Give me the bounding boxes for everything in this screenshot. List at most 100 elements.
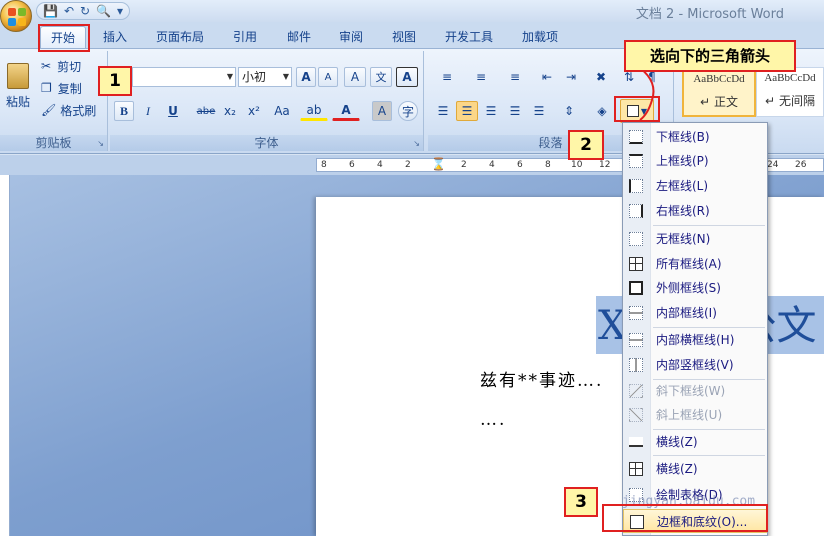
indent-marker-icon[interactable]: ⌛ [431, 157, 446, 171]
ruler-tick: 4 [377, 160, 383, 170]
bold-button[interactable]: B [114, 101, 134, 121]
office-logo-icon [8, 8, 26, 26]
clear-format-button[interactable]: A [344, 67, 366, 87]
numbered-list-icon: ≡ [475, 70, 487, 84]
italic-button[interactable]: I [138, 101, 158, 121]
diagonal-down-border-icon [629, 384, 643, 398]
increase-indent-button[interactable]: ⇥ [560, 67, 582, 87]
top-border-icon [629, 154, 643, 168]
inside-horizontal-border-icon [629, 333, 643, 347]
vertical-ruler[interactable] [0, 175, 10, 536]
menu-item-inside-vertical[interactable]: 内部竖框线(V) [623, 353, 767, 377]
pinyin-guide-button[interactable]: 文 [370, 67, 392, 87]
pilcrow-icon: ↵ [765, 94, 776, 108]
menu-item-inside-horizontal[interactable]: 内部横框线(H) [623, 328, 767, 352]
title-bar: 💾 ↶ ↻ 🔍 ▾ 文档 2 - Microsoft Word [0, 0, 824, 22]
print-preview-icon[interactable]: 🔍 [96, 4, 111, 18]
change-case-button[interactable]: Aa [268, 101, 296, 121]
paste-button[interactable]: 粘贴 [2, 57, 34, 115]
tab-page-layout[interactable]: 页面布局 [148, 26, 212, 48]
dialog-launcher-icon[interactable]: ↘ [413, 139, 420, 148]
underline-button[interactable]: U [162, 101, 184, 121]
style-normal-label: ↵ 正文 [684, 93, 754, 110]
copy-button[interactable]: ❐ 复制 [40, 79, 83, 97]
tab-developer[interactable]: 开发工具 [438, 26, 500, 48]
superscript-button[interactable]: x² [244, 101, 264, 121]
align-right-icon: ☰ [485, 104, 497, 118]
window-title: 文档 2 - Microsoft Word [635, 7, 784, 22]
menu-item-no-border[interactable]: 无框线(N) [623, 227, 767, 251]
menu-item-top-border[interactable]: 上框线(P) [623, 149, 767, 173]
strikethrough-button[interactable]: abe [194, 101, 218, 121]
shading-button[interactable]: ◈ [588, 101, 616, 121]
highlight-button[interactable]: ab [300, 101, 328, 121]
document-line-2[interactable]: …. [480, 410, 506, 430]
redo-icon[interactable]: ↻ [80, 4, 90, 18]
style-no-spacing-sample: AaBbCcDd [764, 72, 816, 84]
distribute-button[interactable]: ☰ [528, 101, 550, 121]
format-painter-button[interactable]: 🖌 格式刷 [40, 101, 97, 119]
char-shading-button[interactable]: A [372, 101, 392, 121]
line-spacing-button[interactable]: ⇕ [554, 101, 584, 121]
tab-review[interactable]: 审阅 [332, 26, 370, 48]
align-center-button[interactable]: ☰ [456, 101, 478, 121]
style-normal-sample: AaBbCcDd [693, 73, 745, 85]
char-border-button[interactable]: A [396, 67, 418, 87]
justify-icon: ☰ [509, 104, 521, 118]
office-button[interactable] [0, 0, 32, 32]
tab-references[interactable]: 引用 [226, 26, 264, 48]
align-left-button[interactable]: ☰ [432, 101, 454, 121]
menu-item-inside-borders[interactable]: 内部框线(I) [623, 301, 767, 325]
style-normal[interactable]: AaBbCcDd ↵ 正文 [682, 67, 756, 117]
menu-item-bottom-border[interactable]: 下框线(B) [623, 125, 767, 149]
ruler-tick: 2 [405, 160, 411, 170]
customize-icon[interactable]: ▾ [117, 4, 123, 18]
document-line-1[interactable]: 兹有**事迹…. [480, 366, 603, 391]
menu-item-draw-table[interactable]: 横线(Z) [623, 457, 767, 481]
multilevel-list-button[interactable]: ≡ [500, 67, 530, 87]
numbering-button[interactable]: ≡ [466, 67, 496, 87]
grow-font-button[interactable]: A [296, 67, 316, 87]
indent-icon: ⇥ [565, 70, 577, 84]
bullets-button[interactable]: ≡ [432, 67, 462, 87]
subscript-button[interactable]: x₂ [220, 101, 240, 121]
tab-mailings[interactable]: 邮件 [280, 26, 318, 48]
ruler-tick: 6 [517, 160, 523, 170]
menu-separator [653, 455, 765, 456]
shrink-font-button[interactable]: A [318, 67, 338, 87]
align-center-icon: ☰ [461, 104, 473, 118]
copy-label: 复制 [57, 81, 82, 96]
tab-insert[interactable]: 插入 [94, 26, 136, 48]
menu-item-label: 内部竖框线(V) [656, 358, 734, 372]
bottom-border-icon [629, 130, 643, 144]
right-border-icon [629, 204, 643, 218]
cut-button[interactable]: ✂ 剪切 [40, 57, 82, 75]
multilevel-list-icon: ≡ [509, 70, 521, 84]
justify-button[interactable]: ☰ [504, 101, 526, 121]
font-size-combo[interactable]: 小初 ▼ [238, 67, 292, 87]
inside-borders-icon [629, 306, 643, 320]
curved-arrow-icon [639, 67, 655, 121]
enclose-char-button[interactable]: 字 [398, 101, 418, 121]
align-right-button[interactable]: ☰ [480, 101, 502, 121]
font-family-combo[interactable]: ▼ [132, 67, 236, 87]
menu-item-outside-borders[interactable]: 外侧框线(S) [623, 276, 767, 300]
dialog-launcher-icon[interactable]: ↘ [97, 139, 104, 148]
menu-item-horizontal-line[interactable]: 横线(Z) [623, 430, 767, 454]
undo-icon[interactable]: ↶ [64, 4, 74, 18]
menu-item-label: 下框线(B) [656, 130, 710, 144]
menu-item-all-borders[interactable]: 所有框线(A) [623, 252, 767, 276]
tab-add-ins[interactable]: 加载项 [514, 26, 566, 48]
font-color-button[interactable]: A [332, 101, 360, 121]
chinese-layout-button[interactable]: ✖ [586, 67, 616, 87]
no-border-icon [629, 232, 643, 246]
menu-item-right-border[interactable]: 右框线(R) [623, 199, 767, 223]
style-no-spacing[interactable]: AaBbCcDd ↵ 无间隔 [756, 67, 824, 117]
decrease-indent-button[interactable]: ⇤ [536, 67, 558, 87]
menu-item-left-border[interactable]: 左框线(L) [623, 174, 767, 198]
menu-item-label: 横线(Z) [656, 435, 698, 449]
quick-access-toolbar: 💾 ↶ ↻ 🔍 ▾ [36, 2, 131, 20]
save-icon[interactable]: 💾 [43, 4, 58, 18]
tab-view[interactable]: 视图 [385, 26, 423, 48]
brush-icon: 🖌 [41, 103, 57, 117]
